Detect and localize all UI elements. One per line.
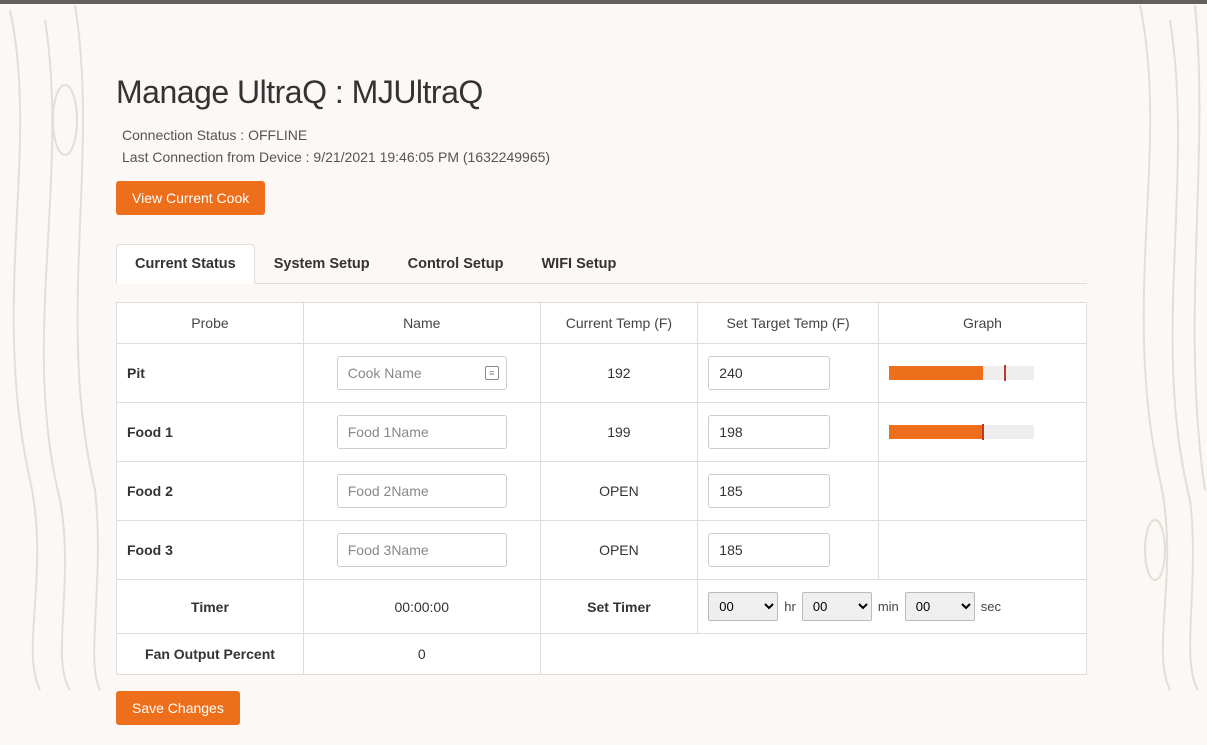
col-target-temp: Set Target Temp (F) <box>698 303 879 344</box>
save-changes-button[interactable]: Save Changes <box>116 691 240 725</box>
probe-label: Pit <box>117 344 304 403</box>
connection-status: Connection Status : OFFLINE <box>116 127 1087 143</box>
name-input[interactable] <box>337 474 507 508</box>
name-input[interactable] <box>337 356 507 390</box>
target-temp-input[interactable] <box>708 533 830 567</box>
current-temp: 199 <box>540 403 698 462</box>
current-temp: OPEN <box>540 462 698 521</box>
probe-label: Food 3 <box>117 521 304 580</box>
autofill-icon[interactable]: ≡ <box>485 366 499 380</box>
timer-min-select[interactable]: 00 <box>802 592 872 621</box>
tab-current-status[interactable]: Current Status <box>116 244 255 284</box>
target-temp-input[interactable] <box>708 474 830 508</box>
set-timer-label: Set Timer <box>587 599 651 615</box>
last-connection: Last Connection from Device : 9/21/2021 … <box>116 149 1087 165</box>
page-title: Manage UltraQ : MJUltraQ <box>116 74 1087 111</box>
col-probe: Probe <box>117 303 304 344</box>
probe-label: Food 1 <box>117 403 304 462</box>
tab-wifi-setup[interactable]: WIFI Setup <box>522 244 635 284</box>
table-row: Food 2 OPEN <box>117 462 1087 521</box>
name-input[interactable] <box>337 533 507 567</box>
tab-control-setup[interactable]: Control Setup <box>389 244 523 284</box>
table-row: Food 3 OPEN <box>117 521 1087 580</box>
col-graph: Graph <box>878 303 1086 344</box>
fan-output-value: 0 <box>303 634 540 675</box>
col-current-temp: Current Temp (F) <box>540 303 698 344</box>
graph-bar <box>889 366 1034 380</box>
probe-label: Food 2 <box>117 462 304 521</box>
col-name: Name <box>303 303 540 344</box>
fan-output-label: Fan Output Percent <box>145 646 275 662</box>
min-unit: min <box>878 599 899 614</box>
view-current-cook-button[interactable]: View Current Cook <box>116 181 265 215</box>
target-temp-input[interactable] <box>708 415 830 449</box>
graph-bar <box>889 425 1034 439</box>
tab-bar: Current Status System Setup Control Setu… <box>116 243 1087 284</box>
current-temp: OPEN <box>540 521 698 580</box>
timer-hour-select[interactable]: 00 <box>708 592 778 621</box>
tab-system-setup[interactable]: System Setup <box>255 244 389 284</box>
timer-value: 00:00:00 <box>303 580 540 634</box>
sec-unit: sec <box>981 599 1001 614</box>
table-row: Pit ≡ 192 <box>117 344 1087 403</box>
target-temp-input[interactable] <box>708 356 830 390</box>
current-temp: 192 <box>540 344 698 403</box>
table-row: Food 1 199 <box>117 403 1087 462</box>
timer-sec-select[interactable]: 00 <box>905 592 975 621</box>
timer-label: Timer <box>191 599 229 615</box>
name-input[interactable] <box>337 415 507 449</box>
status-table: Probe Name Current Temp (F) Set Target T… <box>116 302 1087 675</box>
hr-unit: hr <box>784 599 796 614</box>
